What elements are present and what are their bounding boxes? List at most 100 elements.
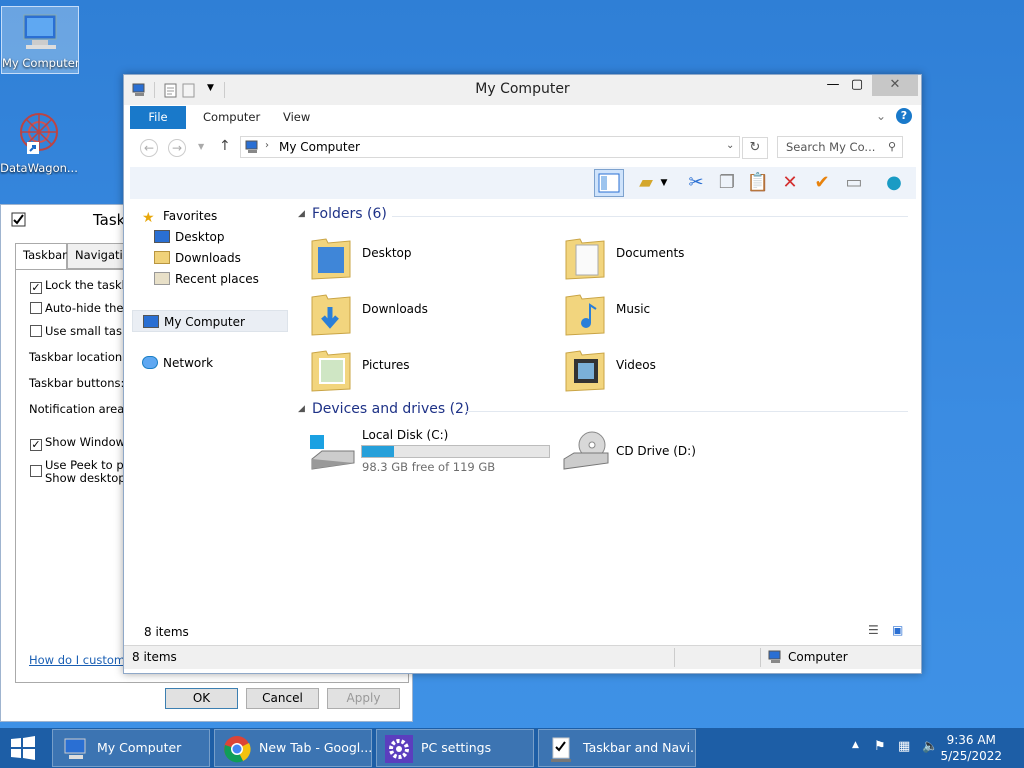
- notification-area-label: Notification area:: [29, 402, 129, 416]
- folder-music[interactable]: Music: [564, 287, 814, 339]
- taskbar-button-chrome[interactable]: New Tab - Googl...: [214, 729, 372, 767]
- collapse-folders-icon[interactable]: ◢: [298, 209, 305, 219]
- breadcrumb-chevron-icon[interactable]: ›: [265, 140, 269, 151]
- properties-toolbar-icon[interactable]: ▭: [842, 171, 866, 195]
- hard-drive-icon: [310, 435, 355, 470]
- tab-file[interactable]: File: [130, 106, 186, 129]
- copy-icon[interactable]: ❐: [715, 171, 739, 195]
- preview-pane-icon[interactable]: [594, 169, 624, 197]
- search-icon: ⚲: [887, 140, 896, 153]
- taskbar-button-taskbar-navigation[interactable]: Taskbar and Navi...: [538, 729, 696, 767]
- apply-button[interactable]: Apply: [327, 688, 400, 709]
- action-center-icon[interactable]: ⚑: [874, 739, 886, 754]
- show-hidden-icons-button[interactable]: ▲: [852, 740, 859, 750]
- tab-taskbar[interactable]: Taskbar: [15, 243, 67, 270]
- folder-desktop[interactable]: Desktop: [310, 231, 560, 283]
- cut-icon[interactable]: ✂: [684, 171, 708, 195]
- start-button[interactable]: [8, 734, 40, 762]
- options-dropdown-icon[interactable]: ▼: [658, 171, 670, 195]
- folder-downloads[interactable]: Downloads: [310, 287, 560, 339]
- drive-local-disk-c[interactable]: Local Disk (C:) 98.3 GB free of 119 GB: [308, 427, 553, 477]
- paste-icon[interactable]: 📋: [746, 171, 770, 195]
- folder-downloads-icon: [311, 294, 351, 336]
- folder-documents[interactable]: Documents: [564, 231, 814, 283]
- drive-free-space: 98.3 GB free of 119 GB: [362, 460, 496, 474]
- nav-favorites[interactable]: ★ Favorites: [142, 209, 217, 225]
- desktop-icon-label: DataWagon...: [0, 161, 78, 175]
- network-globe-icon[interactable]: ●: [882, 171, 906, 195]
- address-dropdown-icon[interactable]: ⌄: [726, 140, 734, 151]
- cd-drive-icon: [563, 431, 609, 470]
- recent-places-icon: [154, 272, 170, 285]
- desktop-icon: [154, 230, 170, 243]
- taskbar: My Computer New Tab - Googl... PC settin…: [0, 728, 1024, 768]
- rename-check-icon[interactable]: ✔: [810, 171, 834, 195]
- computer-icon: [143, 315, 159, 328]
- network-icon: [142, 356, 158, 369]
- status-divider: [760, 648, 761, 667]
- refresh-button[interactable]: ↻: [742, 137, 768, 159]
- checkbox[interactable]: [30, 325, 42, 337]
- folder-pictures[interactable]: Pictures: [310, 343, 560, 395]
- drive-cd-d[interactable]: CD Drive (D:): [562, 427, 762, 477]
- ribbon-expand-icon[interactable]: ⌄: [876, 109, 886, 123]
- search-input[interactable]: Search My Co... ⚲: [777, 136, 903, 158]
- window-title: My Computer: [475, 81, 570, 97]
- folder-music-icon: [565, 294, 605, 336]
- chrome-icon: [224, 736, 251, 763]
- nav-desktop[interactable]: Desktop: [154, 230, 225, 244]
- nav-my-computer[interactable]: My Computer: [132, 310, 288, 332]
- navigation-pane: ★ Favorites Desktop Downloads Recent plac…: [132, 205, 290, 625]
- section-divider: [392, 216, 908, 217]
- large-icons-view-icon[interactable]: ▣: [892, 623, 903, 637]
- desktop-icon-my-computer[interactable]: My Computer: [1, 6, 79, 74]
- explorer-window: ▼ My Computer — ▢ ✕ File Computer View ⌄…: [123, 74, 922, 674]
- cancel-button[interactable]: Cancel: [246, 688, 319, 709]
- ok-button[interactable]: OK: [165, 688, 238, 709]
- checkbox[interactable]: ✓: [30, 282, 42, 294]
- taskbar-button-my-computer[interactable]: My Computer: [52, 729, 210, 767]
- items-count: 8 items: [144, 625, 189, 639]
- up-button[interactable]: ↑: [219, 138, 231, 154]
- drive-usage-fill: [362, 446, 394, 457]
- folders-section-header[interactable]: Folders (6): [312, 206, 387, 222]
- checkbox[interactable]: [30, 465, 42, 477]
- computer-icon: [23, 14, 57, 49]
- collapse-devices-icon[interactable]: ◢: [298, 404, 305, 414]
- folder-videos[interactable]: Videos: [564, 343, 814, 395]
- folder-desktop-icon: [311, 238, 351, 280]
- breadcrumb[interactable]: My Computer: [279, 140, 360, 154]
- taskbar-button-pc-settings[interactable]: PC settings: [376, 729, 534, 767]
- status-bar: 8 items Computer: [124, 645, 921, 669]
- computer-icon: [64, 738, 86, 759]
- nav-network[interactable]: Network: [142, 356, 213, 370]
- clock[interactable]: 9:36 AM 5/25/2022: [940, 732, 1002, 764]
- devices-section-header[interactable]: Devices and drives (2): [312, 401, 469, 417]
- command-toolbar: ▰ ▼ ✂ ❐ 📋 ✕ ✔ ▭ ●: [130, 167, 916, 199]
- status-items: 8 items: [132, 650, 177, 664]
- volume-icon[interactable]: 🔈: [922, 739, 938, 754]
- section-divider: [466, 411, 908, 412]
- tab-view[interactable]: View: [270, 106, 323, 129]
- close-button[interactable]: ✕: [872, 75, 918, 96]
- desktop-icon-datawagon[interactable]: DataWagon...: [0, 108, 78, 178]
- recent-locations-icon[interactable]: ▼: [198, 142, 204, 151]
- nav-recent-places[interactable]: Recent places: [154, 272, 259, 286]
- network-status-icon[interactable]: ▦: [898, 739, 910, 754]
- nav-downloads[interactable]: Downloads: [154, 251, 241, 265]
- tab-computer[interactable]: Computer: [190, 106, 273, 129]
- address-bar[interactable]: › My Computer ⌄: [240, 136, 740, 158]
- back-button[interactable]: ←: [140, 139, 158, 157]
- checkbox[interactable]: [30, 302, 42, 314]
- checklist-icon: [11, 212, 26, 227]
- delete-icon[interactable]: ✕: [778, 171, 802, 195]
- help-icon[interactable]: ?: [896, 108, 912, 124]
- drive-name: CD Drive (D:): [616, 444, 696, 458]
- gear-icon: [385, 735, 413, 763]
- forward-button[interactable]: →: [168, 139, 186, 157]
- details-view-icon[interactable]: ☰: [868, 623, 879, 637]
- downloads-icon: [154, 251, 170, 264]
- folder-options-icon[interactable]: ▰: [634, 171, 658, 195]
- drive-usage-bar: [361, 445, 550, 458]
- checkbox[interactable]: ✓: [30, 439, 42, 451]
